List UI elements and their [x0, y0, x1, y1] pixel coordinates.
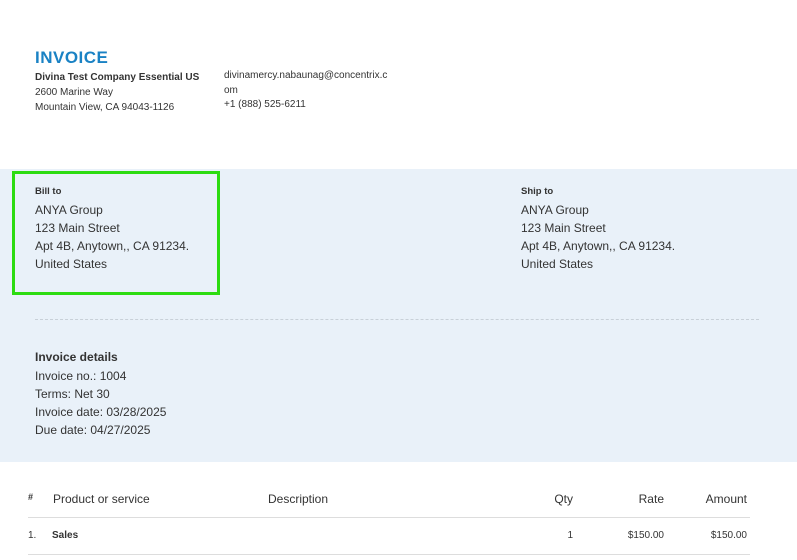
ship-to-name: ANYA Group: [521, 203, 589, 217]
column-header-description: Description: [268, 492, 329, 506]
column-header-qty: Qty: [554, 492, 573, 506]
row-divider: [28, 554, 750, 555]
row-amount: $150.00: [710, 530, 747, 541]
invoice-due-date: Due date: 04/27/2025: [35, 423, 151, 437]
ship-to-city: Apt 4B, Anytown,, CA 91234.: [521, 239, 676, 253]
company-address-line-2: Mountain View, CA 94043-1126: [35, 102, 175, 113]
row-rate: $150.00: [627, 530, 664, 541]
column-header-rate: Rate: [638, 492, 664, 506]
company-contact: divinamercy.nabaunag@concentrix.com +1 (…: [224, 69, 392, 113]
company-phone: +1 (888) 525-6211: [224, 99, 306, 110]
line-items-table: # Product or service Description Qty Rat…: [0, 462, 797, 560]
row-qty: 1: [567, 530, 573, 541]
invoice-number: Invoice no.: 1004: [35, 369, 127, 383]
ship-to-label: Ship to: [521, 186, 554, 197]
company-info: Divina Test Company Essential US 2600 Ma…: [35, 70, 199, 115]
company-email[interactable]: divinamercy.nabaunag@concentrix.com: [224, 69, 392, 98]
company-address-line-1: 2600 Marine Way: [35, 87, 113, 98]
row-product: Sales: [52, 530, 79, 541]
column-header-amount: Amount: [705, 492, 747, 506]
invoice-title: INVOICE: [35, 48, 109, 67]
ship-to-street: 123 Main Street: [521, 221, 606, 235]
invoice-header: INVOICE Divina Test Company Essential US…: [0, 0, 797, 169]
ship-to-block: Ship to ANYA Group 123 Main Street Apt 4…: [521, 186, 675, 273]
bill-to-highlight-box: [12, 171, 220, 295]
company-name: Divina Test Company Essential US: [35, 72, 200, 83]
column-header-number: #: [28, 492, 34, 502]
section-divider: [35, 319, 759, 320]
ship-to-country: United States: [521, 257, 594, 271]
column-header-product: Product or service: [53, 492, 150, 506]
invoice-terms: Terms: Net 30: [35, 387, 110, 401]
invoice-details-heading: Invoice details: [35, 350, 118, 364]
row-number: 1.: [28, 530, 37, 541]
header-row-divider: [28, 517, 750, 518]
invoice-date: Invoice date: 03/28/2025: [35, 405, 167, 419]
invoice-details: Invoice details Invoice no.: 1004 Terms:…: [35, 350, 166, 439]
